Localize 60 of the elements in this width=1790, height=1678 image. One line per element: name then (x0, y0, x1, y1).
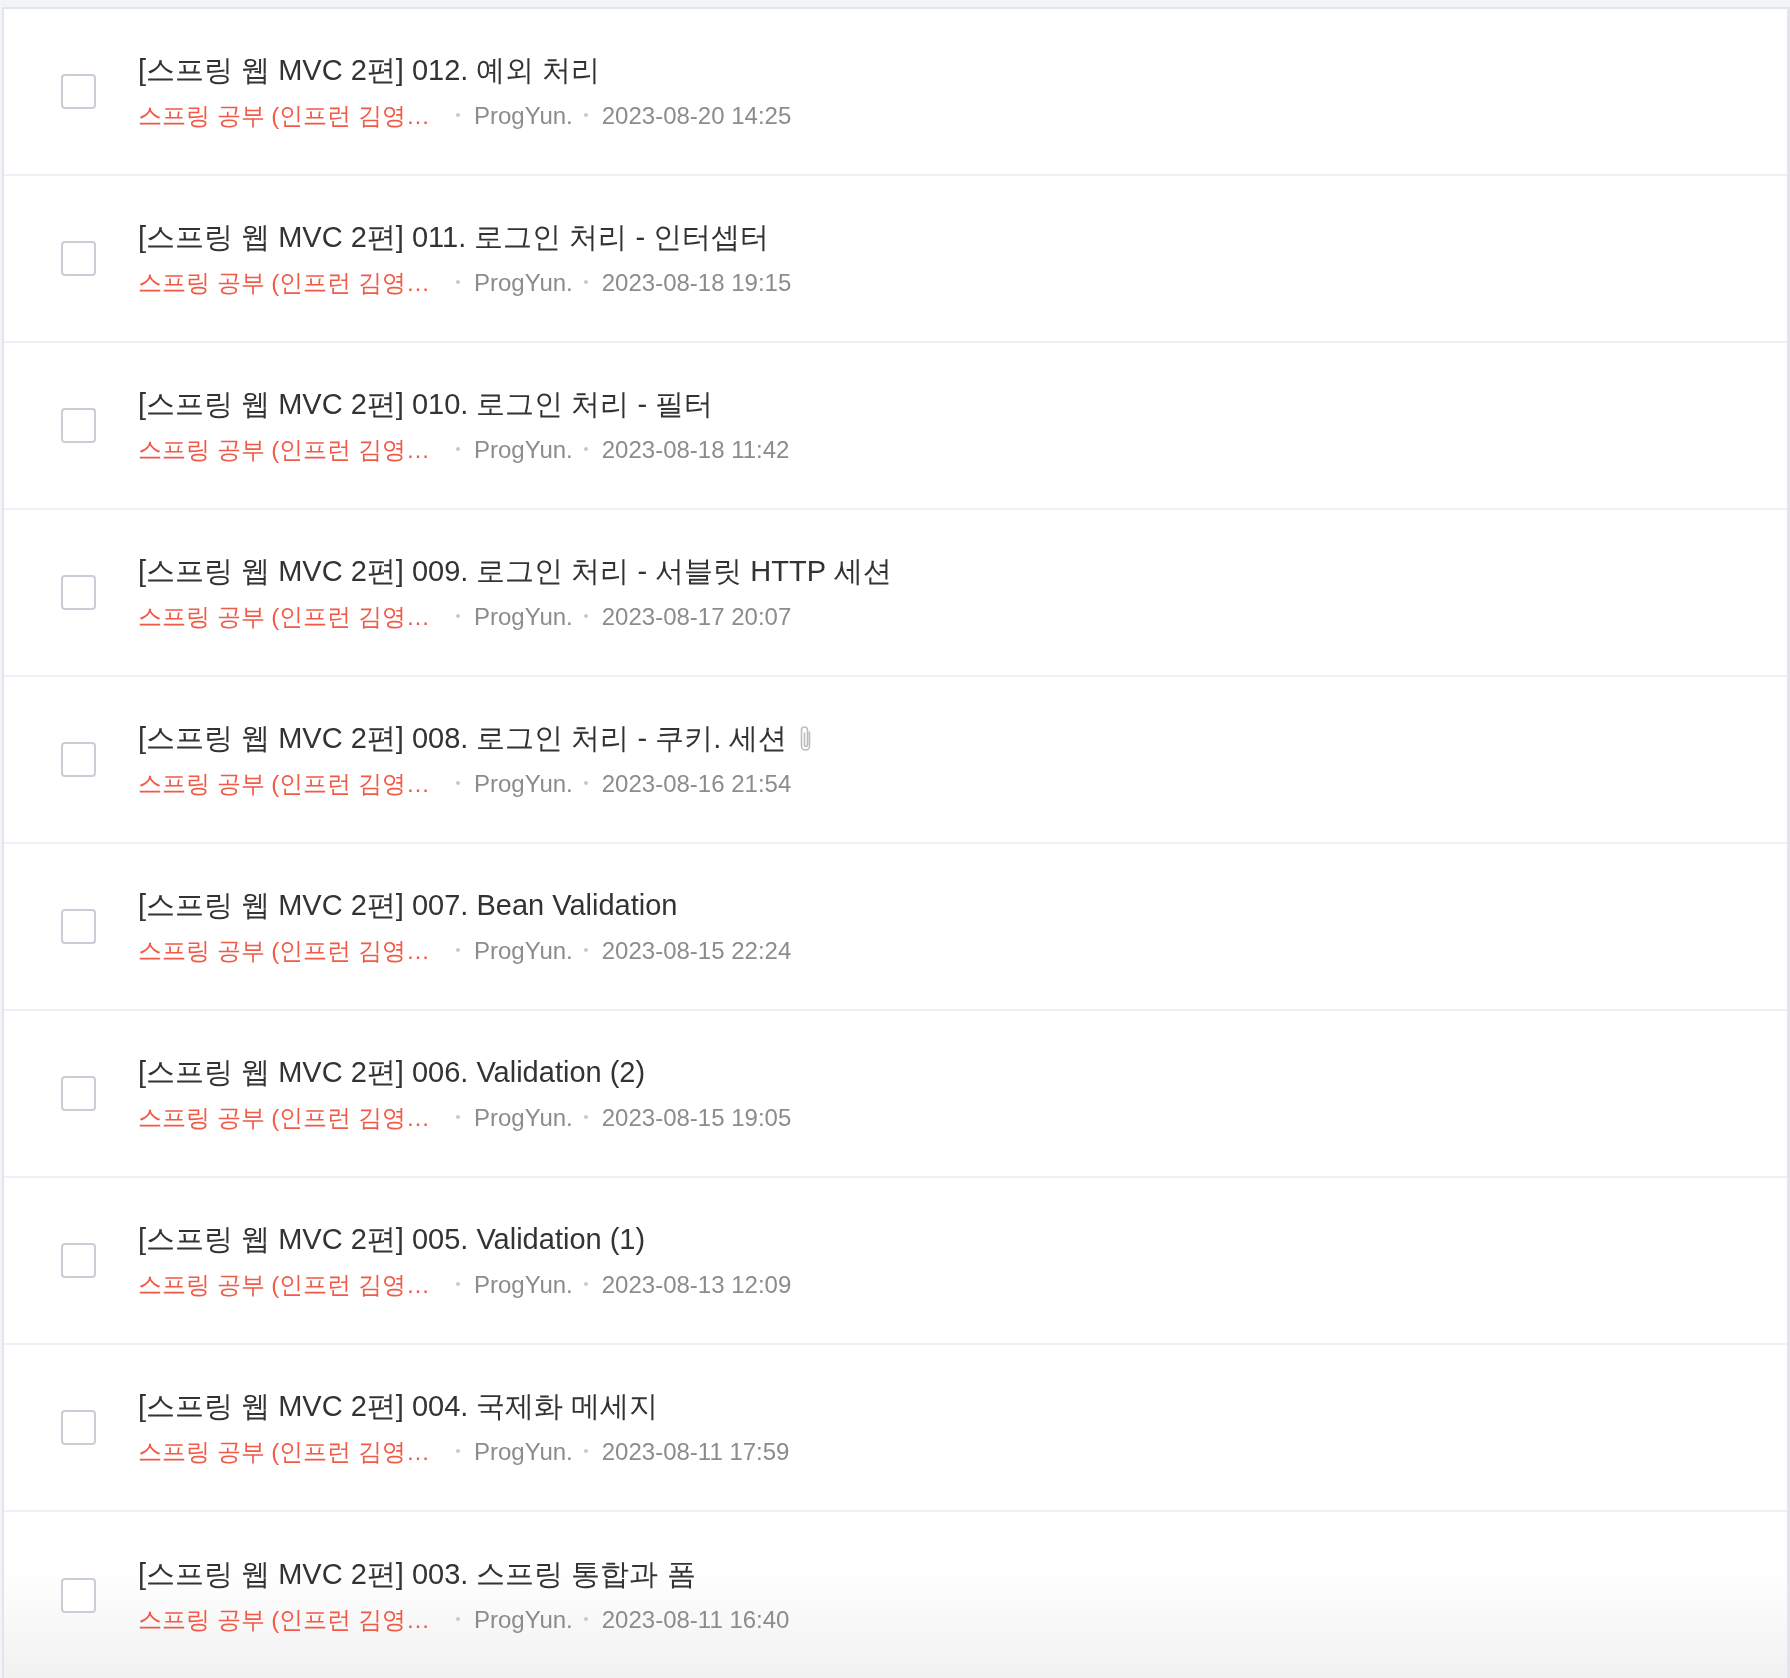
post-date: 2023-08-11 17:59 (601, 1436, 790, 1467)
separator-dot-icon (456, 280, 460, 285)
checkbox[interactable] (61, 74, 96, 109)
separator-dot-icon (583, 948, 588, 953)
separator-dot-icon (583, 781, 588, 786)
post-date: 2023-08-15 22:24 (601, 935, 792, 966)
separator-dot-icon (456, 113, 460, 118)
separator-dot-icon (583, 1449, 588, 1454)
checkbox[interactable] (61, 1076, 96, 1111)
separator-dot-icon (583, 1282, 588, 1287)
checkbox[interactable] (61, 1243, 96, 1278)
post-title-link[interactable]: [스프링 웹 MVC 2편] 010. 로그인 처리 - 필터 (138, 386, 714, 424)
post-date: 2023-08-18 11:42 (601, 434, 790, 465)
post-date: 2023-08-20 14:25 (601, 100, 792, 131)
post-title-link[interactable]: [스프링 웹 MVC 2편] 009. 로그인 처리 - 서블릿 HTTP 세션 (138, 553, 892, 591)
post-title-link[interactable]: [스프링 웹 MVC 2편] 011. 로그인 처리 - 인터셉터 (138, 219, 770, 257)
checkbox[interactable] (61, 408, 96, 443)
checkbox[interactable] (61, 909, 96, 944)
separator-dot-icon (583, 280, 588, 285)
post-date: 2023-08-17 20:07 (601, 601, 792, 632)
separator-dot-icon (456, 1282, 460, 1287)
separator-dot-icon (583, 614, 588, 619)
author-name: ProgYun. (474, 267, 573, 298)
post-date: 2023-08-15 19:05 (601, 1102, 792, 1133)
separator-dot-icon (456, 447, 460, 452)
separator-dot-icon (456, 948, 460, 953)
author-name: ProgYun. (474, 1436, 573, 1467)
post-date: 2023-08-16 21:54 (601, 768, 792, 799)
post-title-link[interactable]: [스프링 웹 MVC 2편] 007. Bean Validation (138, 887, 678, 925)
post-date: 2023-08-13 12:09 (601, 1269, 792, 1300)
author-name: ProgYun. (474, 1102, 573, 1133)
author-name: ProgYun. (474, 935, 573, 966)
separator-dot-icon (456, 781, 460, 786)
post-title-link[interactable]: [스프링 웹 MVC 2편] 008. 로그인 처리 - 쿠키. 세션 (138, 720, 788, 758)
separator-dot-icon (583, 447, 588, 452)
post-title-link[interactable]: [스프링 웹 MVC 2편] 005. Validation (1) (138, 1221, 646, 1259)
checkbox[interactable] (61, 575, 96, 610)
author-name: ProgYun. (474, 100, 573, 131)
post-date: 2023-08-18 19:15 (601, 267, 792, 298)
post-title-link[interactable]: [스프링 웹 MVC 2편] 006. Validation (2) (138, 1054, 646, 1092)
separator-dot-icon (456, 1617, 460, 1622)
separator-dot-icon (583, 113, 588, 118)
separator-dot-icon (456, 1449, 460, 1454)
checkbox[interactable] (61, 1578, 96, 1613)
checkbox[interactable] (61, 1410, 96, 1445)
separator-dot-icon (456, 614, 460, 619)
author-name: ProgYun. (474, 768, 573, 799)
author-name: ProgYun. (474, 1269, 573, 1300)
separator-dot-icon (583, 1617, 588, 1622)
author-name: ProgYun. (474, 1604, 573, 1635)
checkbox[interactable] (61, 241, 96, 276)
post-date: 2023-08-11 16:40 (601, 1604, 790, 1635)
author-name: ProgYun. (474, 434, 573, 465)
checkbox[interactable] (61, 742, 96, 777)
post-title-link[interactable]: [스프링 웹 MVC 2편] 004. 국제화 메세지 (138, 1388, 659, 1426)
post-title-link[interactable]: [스프링 웹 MVC 2편] 012. 예외 처리 (138, 52, 601, 90)
separator-dot-icon (456, 1115, 460, 1120)
post-title-link[interactable]: [스프링 웹 MVC 2편] 003. 스프링 통합과 폼 (138, 1556, 696, 1594)
separator-dot-icon (583, 1115, 588, 1120)
author-name: ProgYun. (474, 601, 573, 632)
